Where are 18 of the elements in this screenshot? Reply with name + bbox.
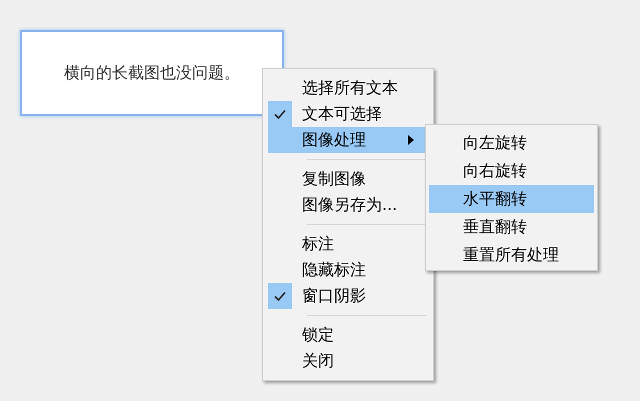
submenu-item[interactable]: 向右旋转 [429,157,594,185]
submenu-item[interactable]: 重置所有处理 [429,241,594,269]
note-text: 横向的长截图也没问题。 [64,62,240,84]
menu-item[interactable]: 标注 [268,231,428,257]
submenu-item[interactable]: 向左旋转 [429,129,594,157]
checkmark-icon [268,283,292,309]
menu-item[interactable]: 图像处理 [268,127,428,153]
menu-item[interactable]: 关闭 [268,348,428,374]
menu-item[interactable]: 锁定 [268,322,428,348]
menu-item[interactable]: 窗口阴影 [268,283,428,309]
menu-item[interactable]: 选择所有文本 [268,75,428,101]
menu-item[interactable]: 复制图像 [268,166,428,192]
submenu-item[interactable]: 垂直翻转 [429,213,594,241]
menu-item[interactable]: 隐藏标注 [268,257,428,283]
menu-item[interactable]: 图像另存为... [268,192,428,218]
menu-item[interactable]: 文本可选择 [268,101,428,127]
submenu-item[interactable]: 水平翻转 [429,185,594,213]
checkmark-icon [268,101,292,127]
